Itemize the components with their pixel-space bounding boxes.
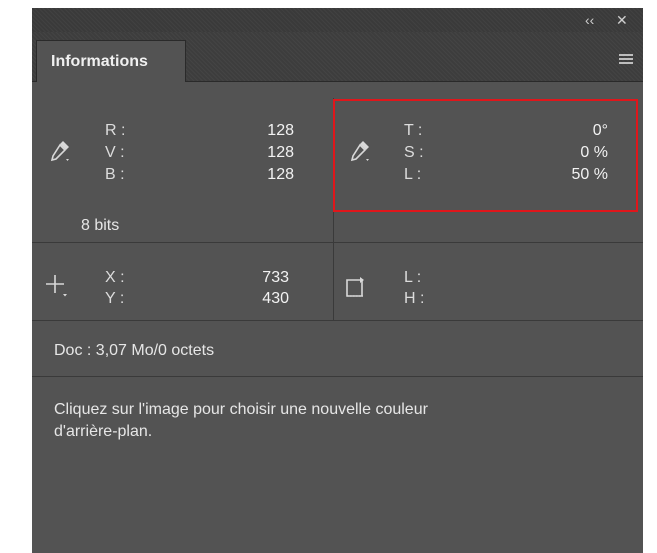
value-v: 128: [267, 144, 294, 161]
divider: [32, 242, 643, 243]
panel-menu-icon[interactable]: [619, 54, 633, 64]
value-x: 733: [262, 269, 289, 286]
label-b: B :: [105, 166, 125, 183]
eyedropper-icon[interactable]: [46, 138, 74, 166]
label-v: V :: [105, 144, 125, 161]
value-y: 430: [262, 290, 289, 307]
label-h: H :: [404, 290, 425, 307]
divider: [32, 320, 643, 321]
info-panel: ‹‹ ✕ Informations R : V : B : 128 128 12…: [32, 8, 643, 553]
crosshair-icon[interactable]: [44, 273, 70, 299]
close-icon[interactable]: ✕: [616, 10, 628, 30]
doc-info[interactable]: Doc : 3,07 Mo/0 octets: [54, 341, 214, 361]
highlight-box: [333, 99, 638, 212]
divider: [32, 376, 643, 377]
size-icon: [346, 277, 364, 297]
label-y: Y :: [105, 290, 125, 307]
hint-line-1: Cliquez sur l'image pour choisir une nou…: [54, 401, 428, 418]
label-w: L :: [404, 269, 422, 286]
bit-depth[interactable]: 8 bits: [81, 216, 119, 236]
collapse-icon[interactable]: ‹‹: [585, 10, 594, 30]
tab-informations[interactable]: Informations: [36, 40, 186, 82]
value-b: 128: [267, 166, 294, 183]
panel-titlebar: ‹‹ ✕: [32, 8, 643, 32]
value-r: 128: [267, 122, 294, 139]
label-x: X :: [105, 269, 125, 286]
panel-tabbar: Informations: [32, 32, 643, 82]
hint-line-2: d'arrière-plan.: [54, 423, 153, 440]
label-r: R :: [105, 122, 126, 139]
